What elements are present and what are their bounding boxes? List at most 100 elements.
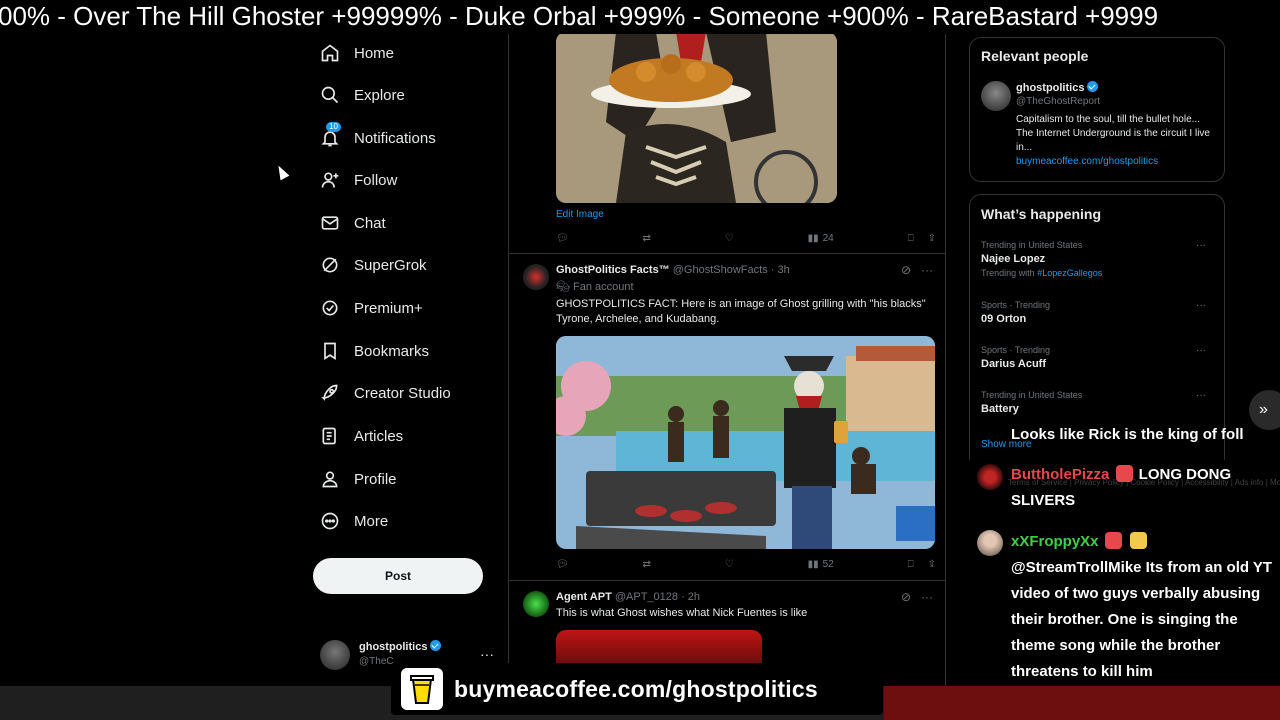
- tweet2-header: GhostPolitics Facts™ @GhostShowFacts · 3…: [556, 264, 790, 276]
- person-name[interactable]: ghostpolitics: [1016, 82, 1084, 94]
- share-icon[interactable]: ⇪: [928, 233, 936, 244]
- timeline-feed: Edit Image 💬︎ ⇄ ♡ ▮▮ 24 ⎕ ⇪ GhostPolitics …: [508, 34, 946, 688]
- person-add-icon: [312, 166, 352, 194]
- bell-icon: 10: [312, 122, 352, 152]
- mouse-cursor-icon: [274, 163, 290, 181]
- views-stat[interactable]: ▮▮ 52: [808, 559, 834, 570]
- nav-item-home[interactable]: Home: [312, 35, 394, 71]
- chat-username[interactable]: ButtholePizza: [1011, 466, 1109, 483]
- tweet3-top-icons: ⊘ ···: [901, 590, 933, 604]
- nav-item-premium[interactable]: Premium+: [312, 290, 423, 326]
- nav-item-follow[interactable]: Follow: [312, 162, 397, 198]
- nav-item-chat[interactable]: Chat: [312, 205, 386, 241]
- avatar[interactable]: [523, 591, 549, 617]
- verified-badge-icon: [312, 294, 352, 322]
- reply-icon[interactable]: 💬︎: [556, 559, 569, 570]
- tweet-text: This is what Ghost wishes what Nick Fuen…: [556, 607, 808, 619]
- more-dots-icon[interactable]: ···: [1196, 240, 1206, 251]
- divider: [509, 580, 945, 581]
- retweet-icon[interactable]: ⇄: [643, 559, 651, 570]
- ticker-text: 00% - Over The Hill Ghoster +99999% - Du…: [0, 1, 1159, 31]
- subscriber-badge-icon: [1115, 465, 1133, 482]
- author-handle-time: @GhostShowFacts · 3h: [672, 264, 790, 276]
- person-name-row: ghostpolitics: [1016, 81, 1099, 94]
- nav-label-chat: Chat: [354, 214, 386, 232]
- trend-item[interactable]: Trending in United States Battery ···: [981, 390, 1216, 415]
- tweet3-header: Agent APT @APT_0128 · 2h: [556, 591, 700, 603]
- reply-icon[interactable]: 💬︎: [556, 233, 569, 244]
- grok-icon[interactable]: ⊘: [901, 263, 911, 277]
- nav-item-supergrok[interactable]: SuperGrok: [312, 247, 427, 283]
- account-name: ghostpolitics: [359, 641, 428, 653]
- chat-message: xXFroppyXx @StreamTrollMike Its from an …: [1011, 529, 1273, 685]
- trend-topic: Najee Lopez: [981, 253, 1046, 265]
- author-name[interactable]: GhostPolitics Facts™: [556, 264, 670, 276]
- retweet-icon[interactable]: ⇄: [643, 233, 651, 244]
- chat-text: Its from an old YT video of two guys ver…: [1011, 559, 1273, 680]
- share-icon[interactable]: ⇪: [928, 559, 936, 570]
- stream-ticker: 00% - Over The Hill Ghoster +99999% - Du…: [0, 0, 1280, 34]
- nav-item-more[interactable]: More: [312, 503, 388, 539]
- nav-item-profile[interactable]: Profile: [312, 461, 397, 497]
- trend-topic: Darius Acuff: [981, 358, 1046, 370]
- rocket-icon: [312, 379, 352, 407]
- author-name[interactable]: Agent APT: [556, 591, 612, 603]
- views-icon: ▮▮: [807, 558, 819, 570]
- chat-message: ButtholePizza LONG DONG SLIVERS: [1011, 462, 1273, 514]
- tweet1-right-actions: ⎕ ⇪: [908, 233, 936, 244]
- tweet-text: GHOSTPOLITICS FACT: Here is an image of …: [556, 298, 926, 325]
- nav-label-follow: Follow: [354, 171, 398, 189]
- nav-label-profile: Profile: [354, 470, 397, 488]
- more-dots-icon[interactable]: ···: [921, 263, 933, 277]
- coffee-url: buymeacoffee.com/ghostpolitics: [454, 675, 818, 702]
- chat-username[interactable]: xXFroppyXx: [1011, 533, 1099, 550]
- views-count: 24: [822, 232, 834, 244]
- trend-item[interactable]: Sports · Trending Darius Acuff ···: [981, 345, 1216, 370]
- notification-count-badge: 10: [326, 122, 341, 132]
- nav-label-notifications: Notifications: [354, 129, 436, 147]
- post-image-skeleton-grill[interactable]: [556, 336, 935, 549]
- bookmark-icon[interactable]: ⎕: [908, 559, 914, 570]
- avatar[interactable]: [981, 81, 1011, 111]
- views-stat[interactable]: ▮▮ 24: [808, 233, 834, 244]
- panel-title: Relevant people: [981, 48, 1089, 64]
- trend-item[interactable]: Sports · Trending 09 Orton ···: [981, 300, 1216, 325]
- fan-account-label-row: 🎭︎ Fan account: [556, 280, 634, 295]
- bookmark-icon[interactable]: ⎕: [908, 233, 914, 244]
- bio-text: Capitalism to the soul, till the bullet …: [1016, 114, 1210, 153]
- edit-image-link[interactable]: Edit Image: [556, 209, 604, 220]
- trend-with-label: Trending with: [981, 268, 1038, 278]
- nav-label-articles: Articles: [354, 427, 404, 445]
- nav-item-notifications[interactable]: 10 Notifications: [312, 120, 436, 156]
- more-dots-icon[interactable]: ···: [1196, 345, 1206, 356]
- more-dots-icon[interactable]: ···: [480, 646, 494, 662]
- nav-item-creator-studio[interactable]: Creator Studio: [312, 375, 451, 411]
- nav-label-creator-studio: Creator Studio: [354, 384, 451, 402]
- trend-item[interactable]: Trending in United States Najee Lopez Tr…: [981, 240, 1216, 278]
- post-button[interactable]: Post: [313, 558, 483, 594]
- trend-hashtag[interactable]: #LopezGallegos: [1037, 268, 1102, 278]
- more-dots-icon[interactable]: ···: [1196, 390, 1206, 401]
- person-bio: Capitalism to the soul, till the bullet …: [1016, 113, 1216, 169]
- bio-link[interactable]: buymeacoffee.com/ghostpolitics: [1016, 156, 1158, 167]
- divider: [509, 253, 945, 254]
- nav-label-home: Home: [354, 44, 395, 62]
- grok-icon[interactable]: ⊘: [901, 590, 911, 604]
- post-image-skeleton-chicken[interactable]: [556, 34, 837, 203]
- nav-item-bookmarks[interactable]: Bookmarks: [312, 333, 429, 369]
- nav-label-more: More: [354, 512, 389, 530]
- like-icon[interactable]: ♡: [725, 559, 734, 570]
- account-name-row: ghostpolitics: [359, 640, 442, 653]
- more-dots-icon[interactable]: ···: [1196, 300, 1206, 311]
- buymeacoffee-banner: buymeacoffee.com/ghostpolitics: [391, 663, 883, 715]
- chat-mention[interactable]: @StreamTrollMike: [1011, 559, 1142, 576]
- more-dots-icon[interactable]: ···: [921, 590, 933, 604]
- nav-item-explore[interactable]: Explore: [312, 77, 405, 113]
- tweet2-actions: 💬︎ ⇄ ♡ ▮▮ 52 ⎕ ⇪: [556, 556, 936, 572]
- avatar[interactable]: [523, 264, 549, 290]
- search-icon: [312, 81, 352, 109]
- nav-item-articles[interactable]: Articles: [312, 418, 403, 454]
- tweet2-right-actions: ⎕ ⇪: [908, 559, 936, 570]
- like-icon[interactable]: ♡: [725, 233, 734, 244]
- chat-message-partial: Looks like Rick is the king of foll: [1011, 426, 1244, 443]
